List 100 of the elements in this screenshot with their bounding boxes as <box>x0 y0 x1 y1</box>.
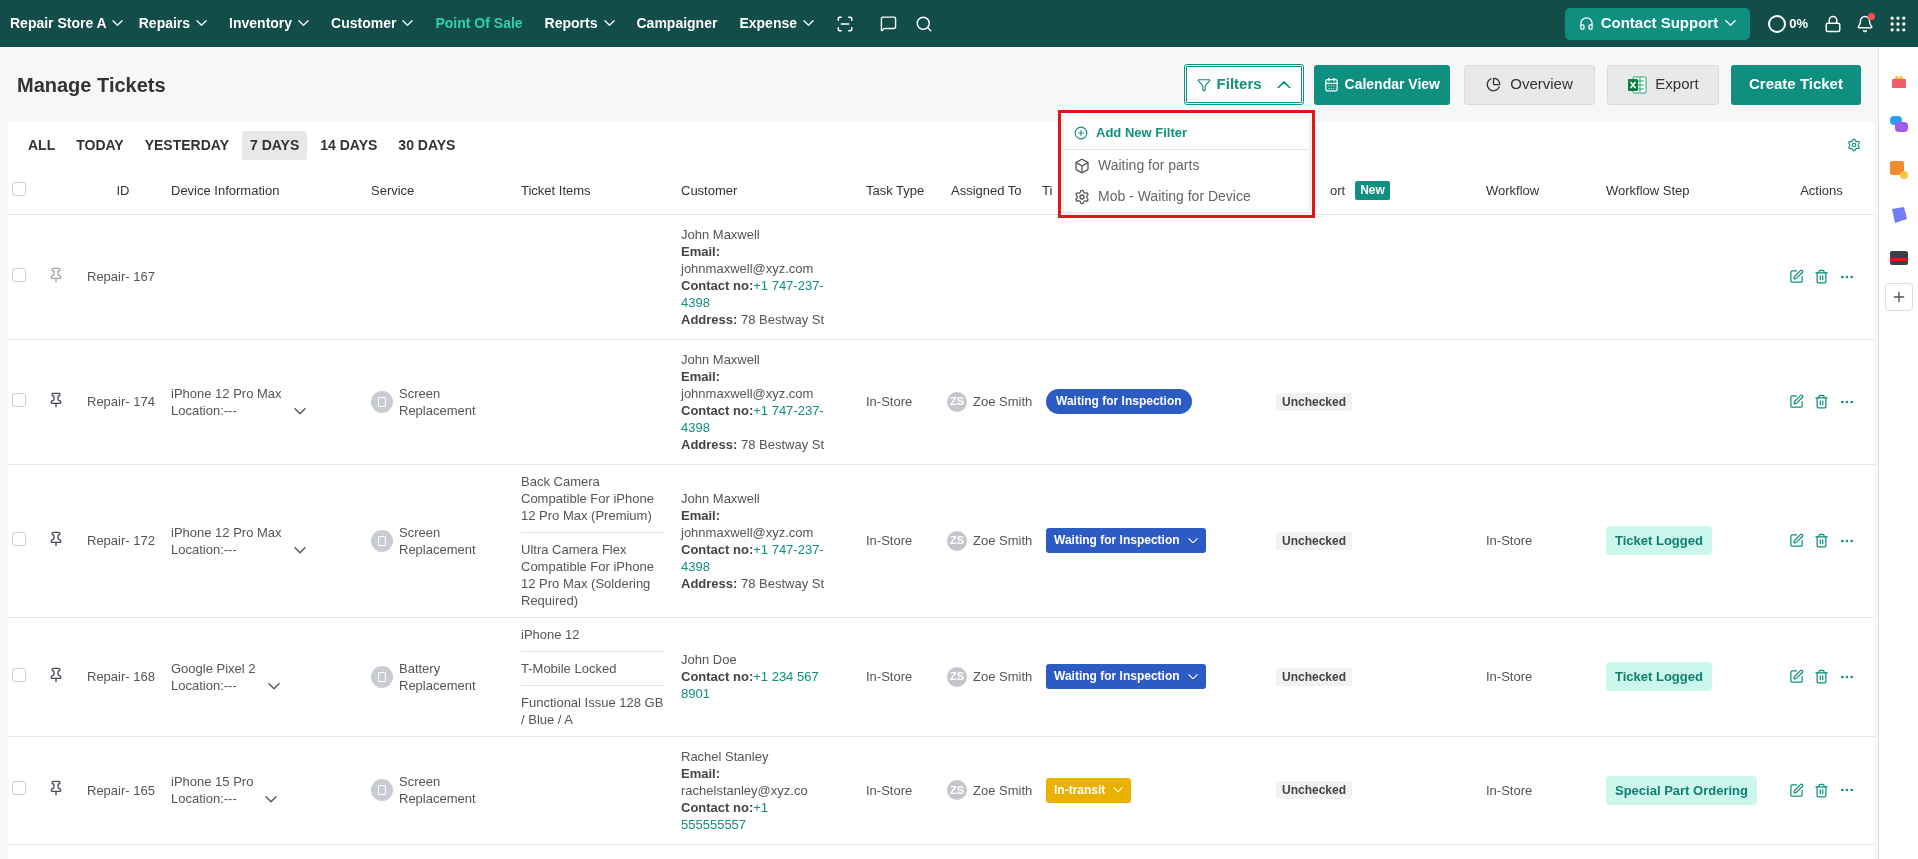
avatar: ZS <box>947 391 967 412</box>
column-header: ID <box>116 182 130 200</box>
task-type: In-Store <box>866 782 913 798</box>
notification-bell[interactable] <box>1856 14 1874 33</box>
caret-icon <box>1187 537 1198 544</box>
expand-caret-icon <box>265 796 278 803</box>
ticket-id-cell: Repair- 174 <box>83 339 163 464</box>
customer-detail: Address: 78 Bestway St <box>681 435 826 453</box>
chat-icon[interactable] <box>880 15 897 32</box>
date-range-tab[interactable]: 14 DAYS <box>312 130 386 160</box>
nav-menu-item[interactable]: Reports <box>544 13 615 34</box>
edit-icon[interactable] <box>1788 533 1804 548</box>
date-range-tab[interactable]: ALL <box>20 130 64 160</box>
delete-icon[interactable] <box>1813 394 1829 409</box>
column-header: Task Type <box>866 182 925 200</box>
saved-filter-item[interactable]: Mob - Waiting for Device <box>1064 181 1309 212</box>
delete-icon[interactable] <box>1813 269 1829 284</box>
add-button[interactable] <box>1884 283 1913 311</box>
delete-icon[interactable] <box>1813 782 1829 798</box>
customer-detail: Contact no:+1 747-237-4398 <box>681 401 825 436</box>
customer-name: Rachel Stanley <box>681 747 770 765</box>
edit-icon[interactable] <box>1788 782 1804 798</box>
pin-icon[interactable] <box>48 530 64 547</box>
status-dropdown[interactable]: Waiting for Inspection <box>1046 528 1206 553</box>
create-ticket-button[interactable]: Create Ticket <box>1731 64 1861 105</box>
ticket-item: T-Mobile Locked <box>521 650 665 685</box>
checkbox[interactable] <box>12 781 26 795</box>
pin-icon[interactable] <box>48 780 64 796</box>
task-type: In-Store <box>866 394 913 409</box>
workflow-name: In-Store <box>1486 782 1533 798</box>
box-icon <box>1074 157 1090 174</box>
checkbox[interactable] <box>12 392 26 407</box>
column-header: Assigned To <box>951 182 1022 200</box>
pie-chart-icon <box>1486 77 1502 92</box>
filter-icon <box>1196 77 1211 92</box>
filters-button[interactable]: Filters <box>1183 64 1304 105</box>
nav-menu-item[interactable]: Inventory <box>229 13 310 34</box>
device-name: iPhone 12 Pro Max <box>171 384 282 402</box>
nav-menu-item[interactable]: Repairs <box>138 13 208 34</box>
scan-icon[interactable] <box>836 14 854 33</box>
nav-menu-item[interactable]: Customer <box>331 13 414 34</box>
expand-caret-icon <box>293 546 306 554</box>
edit-icon[interactable] <box>1788 394 1804 409</box>
settings-icon[interactable] <box>1847 138 1861 152</box>
nav-menu-item[interactable]: Point Of Sale <box>435 13 523 34</box>
report-badge: Unchecked <box>1276 667 1353 686</box>
pin-icon[interactable] <box>48 391 64 408</box>
caret-icon <box>196 20 208 27</box>
delete-icon[interactable] <box>1813 533 1829 548</box>
search-icon[interactable] <box>915 14 933 33</box>
report-badge: Unchecked <box>1276 392 1353 411</box>
caret-icon <box>402 20 414 27</box>
lock-icon[interactable] <box>1824 14 1842 33</box>
status-dropdown[interactable]: Waiting for Inspection <box>1046 664 1206 689</box>
customer-detail: Email: rachelstanley@xyz.co <box>681 764 809 799</box>
chat-bubbles-icon[interactable] <box>1888 115 1909 135</box>
contact-support-button[interactable]: Contact Support <box>1564 7 1751 40</box>
pin-icon[interactable] <box>48 666 64 683</box>
device-name: iPhone 15 Pro <box>171 773 254 790</box>
page-title: Manage Tickets <box>17 72 166 98</box>
service-icon <box>371 390 393 413</box>
card-icon[interactable] <box>1888 250 1909 266</box>
store-selector[interactable]: Repair Store A <box>10 13 123 34</box>
ticket-item: Ultra Camera Flex Compatible For iPhone 12 Pro Max (Soldering Required) <box>521 531 665 617</box>
workflow-step-badge: Ticket Logged <box>1606 662 1712 691</box>
date-range-tab[interactable]: 7 DAYS <box>242 130 308 160</box>
date-range-tab[interactable]: TODAY <box>68 130 132 160</box>
caret-icon <box>1725 20 1737 27</box>
progress-ring-icon <box>1768 14 1787 33</box>
delete-icon[interactable] <box>1813 669 1829 684</box>
customer-detail: Contact no:+1 234 567 8901 <box>681 668 820 702</box>
calendar-view-button[interactable]: Calendar View <box>1313 64 1450 105</box>
assignee-name: Zoe Smith <box>973 532 1033 549</box>
customer-name: John Doe <box>681 651 738 668</box>
headset-icon <box>1578 16 1594 31</box>
export-button[interactable]: Export <box>1607 64 1719 105</box>
column-header: ort <box>1330 182 1346 200</box>
saved-filter-item[interactable]: Waiting for parts <box>1064 150 1309 181</box>
checkbox[interactable] <box>12 267 26 282</box>
checkbox[interactable] <box>12 667 26 682</box>
overview-button[interactable]: Overview <box>1464 64 1595 105</box>
device-location: Location:--- <box>171 540 238 558</box>
edit-icon[interactable] <box>1788 669 1804 684</box>
caret-icon <box>1276 80 1291 89</box>
date-range-tab[interactable]: YESTERDAY <box>136 130 237 160</box>
column-header: Actions <box>1800 182 1843 200</box>
edit-icon[interactable] <box>1788 269 1804 284</box>
checkbox[interactable] <box>12 531 26 546</box>
expand-caret-icon <box>293 407 306 415</box>
service-name: Screen Replacement <box>399 384 477 419</box>
note-icon[interactable] <box>1888 160 1909 180</box>
caret-icon <box>603 20 615 27</box>
add-new-filter-button[interactable]: Add New Filter <box>1064 116 1309 150</box>
ticket-id-cell: Repair- 168 <box>83 617 163 736</box>
avatar: ZS <box>947 530 967 551</box>
nav-menu-item[interactable]: Expense <box>739 13 814 34</box>
customer-detail: Contact no:+1 747-237-4398 <box>681 540 825 575</box>
nav-menu-item[interactable]: Campaigner <box>636 13 718 34</box>
checkbox[interactable] <box>12 181 26 196</box>
date-range-tab[interactable]: 30 DAYS <box>390 130 464 160</box>
